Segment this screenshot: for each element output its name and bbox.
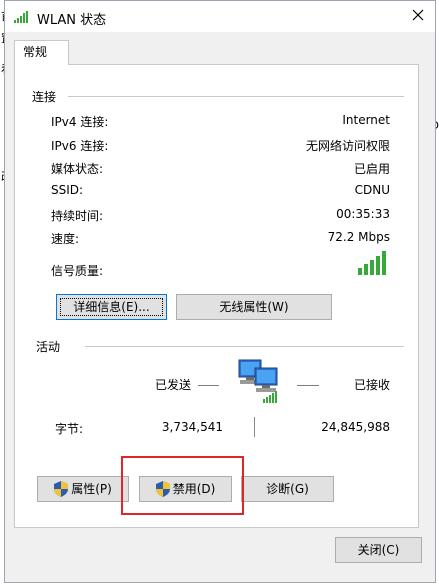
media-state-value: 已启用 xyxy=(353,162,390,176)
network-computers-icon xyxy=(238,359,278,403)
section-title-connection: 连接 xyxy=(32,90,57,104)
bytes-received-value: 24,845,988 xyxy=(321,420,390,434)
signal-strength-icon xyxy=(358,251,386,275)
uac-shield-icon xyxy=(54,481,69,497)
section-divider xyxy=(68,96,404,97)
ipv4-value: Internet xyxy=(342,113,390,127)
speed-label: 速度: xyxy=(51,232,80,246)
media-state-label: 媒体状态: xyxy=(51,162,104,176)
wifi-signal-icon xyxy=(14,11,28,23)
duration-label: 持续时间: xyxy=(51,209,104,223)
title-bar[interactable]: WLAN 状态 xyxy=(5,1,435,32)
duration-value: 00:35:33 xyxy=(336,207,390,221)
sent-line xyxy=(198,385,219,386)
properties-button[interactable]: 属性(P) xyxy=(37,476,129,502)
speed-value: 72.2 Mbps xyxy=(327,230,390,244)
properties-label: 属性(P) xyxy=(71,482,112,496)
highlight-annotation xyxy=(121,456,244,515)
diagnose-button[interactable]: 诊断(G) xyxy=(241,476,334,502)
bytes-divider xyxy=(254,417,255,437)
close-button[interactable]: 关闭(C) xyxy=(335,537,422,563)
sent-label: 已发送 xyxy=(155,378,192,392)
close-icon[interactable] xyxy=(411,8,425,22)
ipv6-label: IPv6 连接: xyxy=(51,139,109,153)
ipv6-value: 无网络访问权限 xyxy=(305,139,390,153)
window-title: WLAN 状态 xyxy=(37,13,107,28)
bytes-label: 字节: xyxy=(55,422,84,436)
ssid-value: CDNU xyxy=(354,183,390,197)
wireless-properties-button[interactable]: 无线属性(W) xyxy=(176,294,332,320)
ssid-label: SSID: xyxy=(51,183,84,197)
ipv4-label: IPv4 连接: xyxy=(51,115,109,129)
section-title-activity: 活动 xyxy=(36,340,61,354)
received-line xyxy=(297,385,319,386)
bytes-sent-value: 3,734,541 xyxy=(161,420,223,434)
tab-general[interactable]: 常规 xyxy=(14,40,69,65)
signal-quality-label: 信号质量: xyxy=(51,264,104,278)
section-divider xyxy=(85,346,404,347)
details-button[interactable]: 详细信息(E)... xyxy=(56,294,167,320)
received-label: 已接收 xyxy=(354,378,391,392)
